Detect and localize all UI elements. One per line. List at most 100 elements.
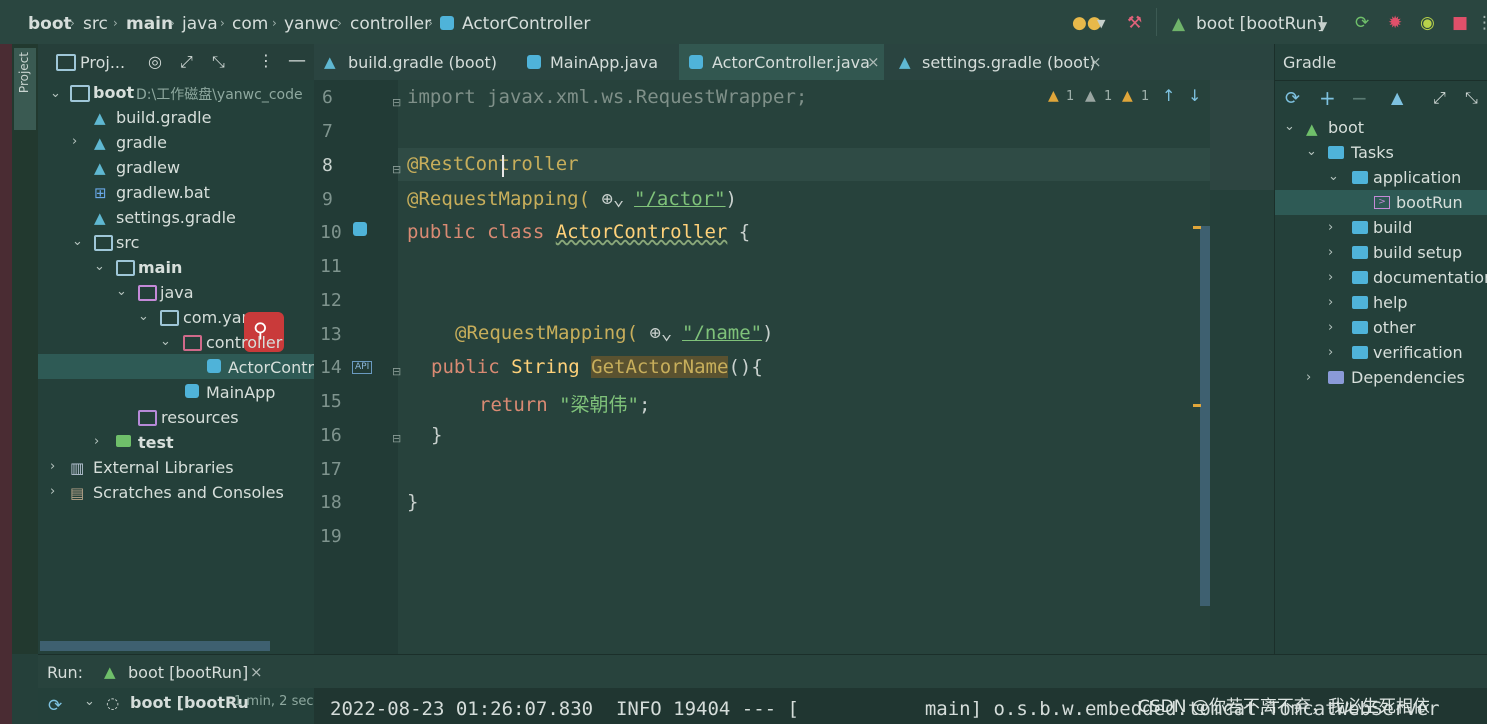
warning-icon[interactable]: ▲ [1048,88,1059,104]
tab-mainapp[interactable]: MainApp.java [519,44,679,80]
project-tool-tab[interactable]: Project [14,48,36,130]
weak-warning-icon[interactable]: ▲ [1085,88,1096,104]
tree-item-boot[interactable]: boot [93,83,134,102]
remove-icon[interactable]: − [1351,86,1368,110]
project-view-select[interactable]: Proj... [80,53,125,72]
gradle-item-boot[interactable]: boot [1328,118,1364,137]
chevron-down-icon[interactable]: ⌄ [72,234,83,249]
typo-icon[interactable]: ▲ [1122,88,1133,104]
tree-item-test[interactable]: test [138,433,174,452]
fold-icon[interactable]: ⊟ [392,365,401,378]
tree-item-main[interactable]: main [138,258,182,277]
chevron-down-icon[interactable]: ⌄ [1284,119,1295,134]
chevron-down-icon[interactable]: ▼ [1318,16,1327,36]
breadcrumb-actorcontroller[interactable]: ActorController [462,14,590,34]
gradle-item-tasks[interactable]: Tasks [1351,143,1394,162]
warning-marker[interactable] [1193,226,1201,229]
tree-item-src[interactable]: src [116,233,139,252]
expand-icon[interactable]: ⤢ [180,52,193,72]
gradle-icon[interactable]: ▲ [1391,88,1403,107]
chevron-right-icon[interactable]: › [72,134,77,149]
chevron-down-icon[interactable]: ⌄ [94,259,105,274]
tab-build-gradle[interactable]: ▲ build.gradle (boot) [314,44,514,80]
code-line-16[interactable]: } [431,424,442,446]
tree-item-build-gradle[interactable]: build.gradle [116,108,211,127]
code-line-13[interactable]: @RequestMapping( ⊕⌄ "/name") [455,322,774,344]
collapse-icon[interactable]: ⤡ [1465,88,1478,108]
fold-icon[interactable]: ⊟ [392,432,401,445]
horizontal-scrollbar[interactable] [40,641,270,651]
chevron-down-icon[interactable]: ⌄ [138,309,149,324]
close-icon[interactable]: × [1089,53,1102,71]
tab-settings-gradle[interactable]: ▲ settings.gradle (boot) × [889,44,1109,80]
collapse-icon[interactable]: ⤡ [212,52,225,72]
target-icon[interactable]: ◎ [148,52,162,71]
tree-item-gradle[interactable]: gradle [116,133,167,152]
gradle-item-help[interactable]: help [1373,293,1408,312]
tab-actorcontroller[interactable]: ActorController.java × [679,44,884,83]
chevron-right-icon[interactable]: › [94,434,99,449]
run-config-select[interactable]: boot [bootRun] [1196,14,1324,34]
expand-icon[interactable]: ⤢ [1433,88,1446,108]
chevron-right-icon[interactable]: › [1328,295,1333,310]
chevron-right-icon[interactable]: › [1306,370,1311,385]
code-line-18[interactable]: } [407,491,418,513]
web-icon[interactable]: ⊕⌄ [638,322,682,344]
chevron-right-icon[interactable]: › [50,459,55,474]
add-icon[interactable]: + [1319,86,1336,110]
chevron-down-icon[interactable]: ⌄ [50,86,61,101]
chevron-right-icon[interactable]: › [50,484,55,499]
tree-item-scratches[interactable]: Scratches and Consoles [93,483,284,502]
tree-item-external-libraries[interactable]: External Libraries [93,458,234,477]
rerun-icon[interactable]: ⟳ [48,696,62,716]
chevron-right-icon[interactable]: › [1328,220,1333,235]
gradle-item-dependencies[interactable]: Dependencies [1351,368,1465,387]
implemented-class-icon[interactable] [353,222,367,236]
code-line-6[interactable]: import javax.xml.ws.RequestWrapper; [407,86,807,108]
chevron-down-icon[interactable]: ⌄ [160,334,171,349]
chevron-down-icon[interactable]: ⌄ [1328,169,1339,184]
reload-icon[interactable]: ⟳ [1285,88,1300,109]
options-icon[interactable]: ⋮ [258,51,274,70]
more-icon[interactable]: ⋮ [1476,13,1487,33]
fold-icon[interactable]: ⊟ [392,163,401,176]
web-icon[interactable]: ⊕⌄ [590,188,634,210]
tree-item-resources[interactable]: resources [161,408,239,427]
chevron-right-icon[interactable]: › [1328,320,1333,335]
breadcrumb-java[interactable]: java [182,14,218,34]
minimize-icon[interactable]: — [288,50,306,71]
breadcrumb-controller[interactable]: controller [350,14,431,34]
code-line-9[interactable]: @RequestMapping( ⊕⌄ "/actor") [407,188,737,210]
warning-marker[interactable] [1193,404,1201,407]
code-minimap[interactable] [1210,80,1274,190]
gradle-item-other[interactable]: other [1373,318,1416,337]
gradle-item-application[interactable]: application [1373,168,1461,187]
chevron-right-icon[interactable]: › [1328,345,1333,360]
tree-item-mainapp[interactable]: MainApp [206,383,275,402]
gradle-item-documentation[interactable]: documentation [1373,268,1487,287]
gradle-item-build[interactable]: build [1373,218,1412,237]
chevron-right-icon[interactable]: › [1328,270,1333,285]
arrow-up-icon[interactable]: ↑ [1162,86,1175,105]
code-line-14[interactable]: public String GetActorName(){ [431,356,763,378]
run-tree-item[interactable]: boot [bootRu [130,693,249,712]
breadcrumb-com[interactable]: com [232,14,268,34]
breadcrumb-boot[interactable]: boot [28,14,72,34]
close-icon[interactable]: × [867,53,880,71]
chevron-down-icon[interactable]: ▼ [1097,14,1105,34]
vertical-scrollbar[interactable] [1200,226,1210,606]
close-icon[interactable]: × [250,663,263,681]
tree-item-java[interactable]: java [160,283,194,302]
gradle-item-verification[interactable]: verification [1373,343,1463,362]
chevron-down-icon[interactable]: ⌄ [1306,144,1317,159]
tree-item-controller[interactable]: controller [206,333,282,352]
debug-icon[interactable]: ✹ [1388,13,1402,33]
chevron-right-icon[interactable]: › [1328,245,1333,260]
tree-item-actorcontroller[interactable]: ActorContro [228,358,324,377]
chevron-down-icon[interactable]: ⌄ [116,284,127,299]
coverage-icon[interactable]: ◉ [1420,13,1435,33]
stop-icon[interactable]: ■ [1452,13,1468,33]
breadcrumb-main[interactable]: main [126,14,173,34]
api-badge[interactable]: API [352,361,373,374]
gradle-item-build-setup[interactable]: build setup [1373,243,1462,262]
